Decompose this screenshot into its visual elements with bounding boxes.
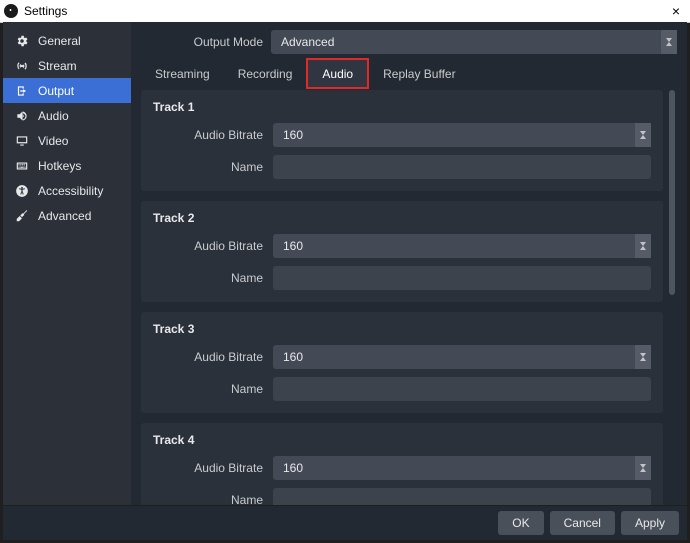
sidebar-item-label: Audio: [38, 109, 69, 123]
content: Output Mode Advanced Streaming Recording…: [131, 22, 687, 505]
output-mode-select[interactable]: Advanced: [271, 30, 677, 54]
track-title: Track 1: [153, 100, 651, 114]
name-label: Name: [153, 271, 273, 285]
main: General Stream Output Audio Video: [3, 22, 687, 505]
sidebar-item-label: Stream: [38, 59, 77, 73]
keyboard-icon: [15, 159, 29, 173]
sidebar-item-video[interactable]: Video: [3, 128, 131, 153]
stepper-icon[interactable]: [635, 123, 651, 147]
audio-bitrate-label: Audio Bitrate: [153, 461, 273, 475]
track-panel-1: Track 1 Audio Bitrate 160 Name: [141, 90, 663, 191]
close-icon[interactable]: ×: [662, 0, 690, 22]
name-input[interactable]: [273, 155, 651, 179]
name-input[interactable]: [273, 266, 651, 290]
track-title: Track 2: [153, 211, 651, 225]
gear-icon: [15, 34, 29, 48]
sidebar-item-label: Accessibility: [38, 184, 103, 198]
scrollbar[interactable]: [667, 90, 677, 505]
sidebar-item-audio[interactable]: Audio: [3, 103, 131, 128]
audio-bitrate-select[interactable]: 160: [273, 234, 651, 258]
name-label: Name: [153, 493, 273, 505]
antenna-icon: [15, 59, 29, 73]
sidebar-item-hotkeys[interactable]: Hotkeys: [3, 153, 131, 178]
stepper-icon[interactable]: [661, 30, 677, 54]
sidebar-item-advanced[interactable]: Advanced: [3, 203, 131, 228]
tools-icon: [15, 209, 29, 223]
stepper-icon[interactable]: [635, 456, 651, 480]
tab-audio[interactable]: Audio: [306, 58, 369, 89]
titlebar: Settings ×: [0, 0, 690, 23]
tab-replay-buffer[interactable]: Replay Buffer: [369, 60, 470, 87]
cancel-button[interactable]: Cancel: [550, 511, 615, 535]
name-label: Name: [153, 160, 273, 174]
track-panel-3: Track 3 Audio Bitrate 160 Name: [141, 312, 663, 413]
name-label: Name: [153, 382, 273, 396]
sidebar-item-general[interactable]: General: [3, 28, 131, 53]
audio-bitrate-select[interactable]: 160: [273, 456, 651, 480]
tracks-list: Track 1 Audio Bitrate 160 Name Trac: [141, 90, 663, 505]
tab-recording[interactable]: Recording: [224, 60, 307, 87]
name-input[interactable]: [273, 488, 651, 505]
audio-bitrate-label: Audio Bitrate: [153, 239, 273, 253]
sidebar-item-label: Video: [38, 134, 68, 148]
scroll-area: Track 1 Audio Bitrate 160 Name Trac: [141, 90, 677, 505]
audio-bitrate-select[interactable]: 160: [273, 345, 651, 369]
app-icon: [4, 4, 18, 18]
sidebar-item-label: General: [38, 34, 81, 48]
audio-bitrate-select[interactable]: 160: [273, 123, 651, 147]
output-mode-value: Advanced: [271, 35, 334, 49]
sidebar-item-label: Advanced: [38, 209, 91, 223]
sidebar-item-label: Output: [38, 84, 74, 98]
speaker-icon: [15, 109, 29, 123]
track-title: Track 4: [153, 433, 651, 447]
bottombar: OK Cancel Apply: [3, 506, 687, 540]
sidebar-item-label: Hotkeys: [38, 159, 81, 173]
apply-button[interactable]: Apply: [621, 511, 679, 535]
stepper-icon[interactable]: [635, 345, 651, 369]
track-panel-2: Track 2 Audio Bitrate 160 Name: [141, 201, 663, 302]
output-mode-row: Output Mode Advanced: [141, 30, 677, 54]
stepper-icon[interactable]: [635, 234, 651, 258]
sidebar-item-stream[interactable]: Stream: [3, 53, 131, 78]
audio-bitrate-label: Audio Bitrate: [153, 128, 273, 142]
ok-button[interactable]: OK: [498, 511, 543, 535]
output-mode-label: Output Mode: [141, 35, 271, 49]
audio-bitrate-label: Audio Bitrate: [153, 350, 273, 364]
track-panel-4: Track 4 Audio Bitrate 160 Name: [141, 423, 663, 505]
accessibility-icon: [15, 184, 29, 198]
track-title: Track 3: [153, 322, 651, 336]
sidebar-item-accessibility[interactable]: Accessibility: [3, 178, 131, 203]
sidebar: General Stream Output Audio Video: [3, 22, 131, 505]
sidebar-item-output[interactable]: Output: [3, 78, 131, 103]
monitor-icon: [15, 134, 29, 148]
output-tabs: Streaming Recording Audio Replay Buffer: [141, 60, 677, 87]
tab-streaming[interactable]: Streaming: [141, 60, 224, 87]
name-input[interactable]: [273, 377, 651, 401]
output-icon: [15, 84, 29, 98]
window-title: Settings: [24, 4, 662, 18]
scrollbar-thumb[interactable]: [669, 90, 675, 295]
